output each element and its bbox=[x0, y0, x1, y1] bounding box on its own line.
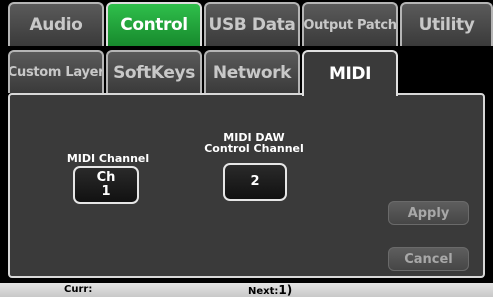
tab-label: Network bbox=[212, 62, 292, 83]
tab-audio[interactable]: Audio bbox=[8, 2, 104, 46]
tab-softkeys[interactable]: SoftKeys bbox=[106, 50, 202, 93]
next-scene-label: Next: bbox=[248, 286, 279, 297]
tab-label: MIDI bbox=[328, 64, 372, 84]
midi-daw-channel-button[interactable]: 2 bbox=[223, 163, 287, 201]
midi-daw-label-line2: Control Channel bbox=[204, 142, 304, 155]
next-scene-value: 1) bbox=[278, 283, 293, 297]
tab-utility[interactable]: Utility bbox=[400, 2, 493, 46]
tab-midi[interactable]: MIDI bbox=[302, 50, 398, 96]
midi-daw-channel-value: 2 bbox=[250, 174, 260, 189]
tab-label: Custom Layer bbox=[8, 65, 104, 80]
midi-channel-label: MIDI Channel bbox=[66, 152, 150, 165]
midi-channel-value: 1 bbox=[101, 184, 111, 199]
tab-label: USB Data bbox=[208, 15, 296, 35]
tab-label: Control bbox=[120, 15, 188, 35]
tab-label: Audio bbox=[29, 15, 83, 35]
next-scene: Next:1) bbox=[248, 283, 292, 297]
midi-channel-button[interactable]: Ch 1 bbox=[73, 166, 139, 204]
midi-daw-label: MIDI DAW Control Channel bbox=[194, 132, 314, 154]
tab-output-patch[interactable]: Output Patch bbox=[302, 2, 398, 46]
tab-usb-data[interactable]: USB Data bbox=[204, 2, 300, 46]
status-bar: Curr: Next:1) bbox=[0, 283, 493, 297]
cancel-button[interactable]: Cancel bbox=[388, 247, 469, 271]
tab-label: Utility bbox=[418, 15, 475, 35]
current-scene-label: Curr: bbox=[64, 284, 93, 295]
tab-custom-layer[interactable]: Custom Layer bbox=[8, 50, 104, 93]
midi-settings-panel: MIDI Channel Ch 1 MIDI DAW Control Chann… bbox=[8, 93, 485, 278]
apply-button[interactable]: Apply bbox=[388, 201, 469, 225]
tab-label: SoftKeys bbox=[113, 62, 195, 83]
cancel-label: Cancel bbox=[404, 251, 453, 267]
tab-control[interactable]: Control bbox=[106, 2, 202, 46]
apply-label: Apply bbox=[407, 205, 450, 221]
tab-network[interactable]: Network bbox=[204, 50, 300, 93]
tab-label: Output Patch bbox=[303, 17, 397, 33]
midi-channel-prefix: Ch bbox=[96, 170, 116, 185]
